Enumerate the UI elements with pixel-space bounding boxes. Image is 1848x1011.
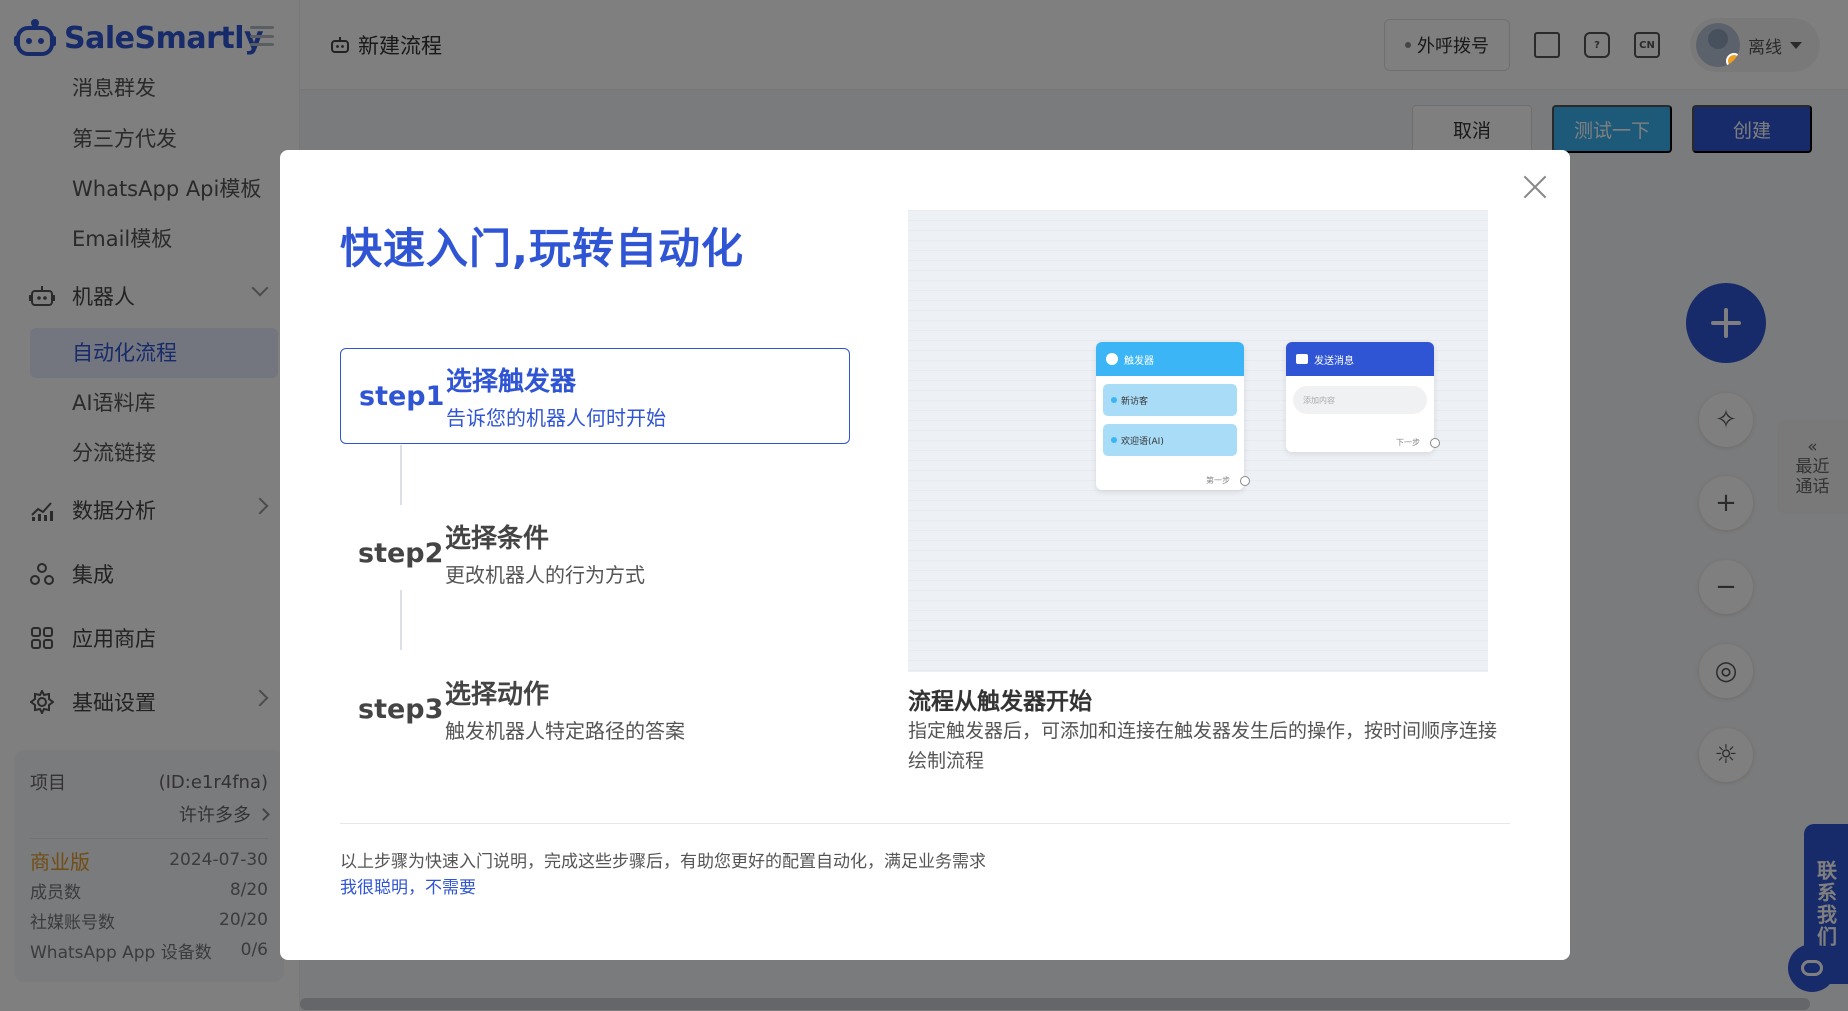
- step-3[interactable]: step3 选择动作 触发机器人特定路径的答案: [340, 661, 850, 757]
- preview-description: 指定触发器后，可添加和连接在触发器发生后的操作，按时间顺序连接绘制流程: [908, 720, 1498, 772]
- close-icon[interactable]: [1522, 174, 1548, 200]
- flow-preview-image: 触发器 新访客 欢迎语(AI) 第一步 发送消息 添加内容 下一步: [908, 210, 1488, 672]
- trigger-row: 新访客: [1121, 396, 1149, 407]
- step-connector: [400, 445, 402, 505]
- dot-icon: [1111, 397, 1117, 403]
- step-title: 选择触发器: [446, 367, 577, 397]
- modal-note: 以上步骤为快速入门说明，完成这些步骤后，有助您更好的配置自动化，满足业务需求: [340, 852, 986, 872]
- step-title: 选择条件: [445, 524, 550, 554]
- dot-icon: [1111, 437, 1117, 443]
- step-desc: 触发机器人特定路径的答案: [445, 719, 685, 743]
- step-title: 选择动作: [445, 680, 550, 710]
- message-node-title: 发送消息: [1314, 355, 1354, 367]
- trigger-node: 触发器 新访客 欢迎语(AI) 第一步: [1096, 342, 1250, 490]
- step-1[interactable]: step1 选择触发器 告诉您的机器人何时开始: [340, 348, 850, 444]
- status-dot: [1726, 53, 1740, 67]
- play-icon: [1106, 353, 1118, 365]
- quick-start-modal: 快速入门,玩转自动化 step1 选择触发器 告诉您的机器人何时开始 step2…: [280, 150, 1570, 960]
- skip-link[interactable]: 我很聪明，不需要: [340, 873, 476, 898]
- trigger-node-foot: 第一步: [1206, 476, 1230, 485]
- step-number: step2: [358, 537, 444, 569]
- step-desc: 告诉您的机器人何时开始: [446, 406, 666, 430]
- step-desc: 更改机器人的行为方式: [445, 563, 645, 587]
- modal-title: 快速入门,玩转自动化: [340, 224, 744, 273]
- trigger-node-title: 触发器: [1124, 355, 1154, 367]
- send-message-node: 发送消息 添加内容 下一步: [1286, 342, 1440, 452]
- step-2[interactable]: step2 选择条件 更改机器人的行为方式: [340, 505, 850, 601]
- port-icon: [1430, 438, 1440, 448]
- message-icon: [1296, 354, 1308, 364]
- message-node-foot: 下一步: [1396, 438, 1420, 447]
- message-input: 添加内容: [1293, 386, 1427, 414]
- step-number: step3: [358, 693, 444, 725]
- divider: [340, 823, 1510, 824]
- trigger-row: 欢迎语(AI): [1121, 436, 1164, 447]
- step-number: step1: [359, 380, 445, 412]
- preview-title: 流程从触发器开始: [908, 689, 1092, 715]
- port-icon: [1240, 476, 1250, 486]
- step-connector: [400, 590, 402, 650]
